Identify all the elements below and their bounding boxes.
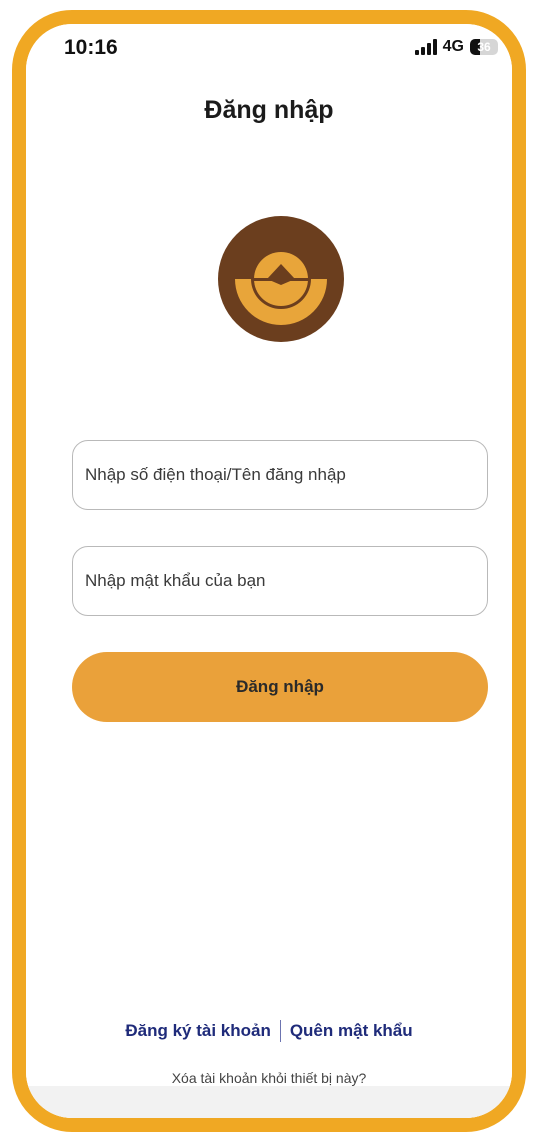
login-button[interactable]: Đăng nhập bbox=[72, 652, 488, 722]
status-time: 10:16 bbox=[64, 36, 118, 59]
account-links: Đăng ký tài khoản Quên mật khẩu bbox=[26, 1020, 512, 1042]
login-screen: 10:16 4G 36 Đăng nhập Nhập số điện thoại… bbox=[26, 24, 512, 1118]
brand-logo-icon bbox=[218, 216, 344, 342]
device-frame: 10:16 4G 36 Đăng nhập Nhập số điện thoại… bbox=[12, 10, 526, 1132]
password-input[interactable] bbox=[72, 546, 488, 616]
status-bar: 10:16 4G 36 bbox=[26, 24, 512, 74]
battery-level: 36 bbox=[477, 40, 491, 54]
forgot-password-link[interactable]: Quên mật khẩu bbox=[290, 1021, 413, 1041]
battery-icon: 36 bbox=[470, 39, 498, 55]
phone-username-input[interactable] bbox=[72, 440, 488, 510]
link-divider bbox=[279, 1020, 281, 1042]
remove-account-link[interactable]: Xóa tài khoản khỏi thiết bị này? bbox=[26, 1070, 512, 1086]
page-title: Đăng nhập bbox=[204, 96, 334, 124]
network-type: 4G bbox=[442, 38, 464, 55]
bottom-strip bbox=[26, 1086, 512, 1118]
status-indicators: 4G 36 bbox=[414, 38, 498, 56]
signal-icon bbox=[414, 39, 437, 55]
register-link[interactable]: Đăng ký tài khoản bbox=[125, 1021, 270, 1041]
